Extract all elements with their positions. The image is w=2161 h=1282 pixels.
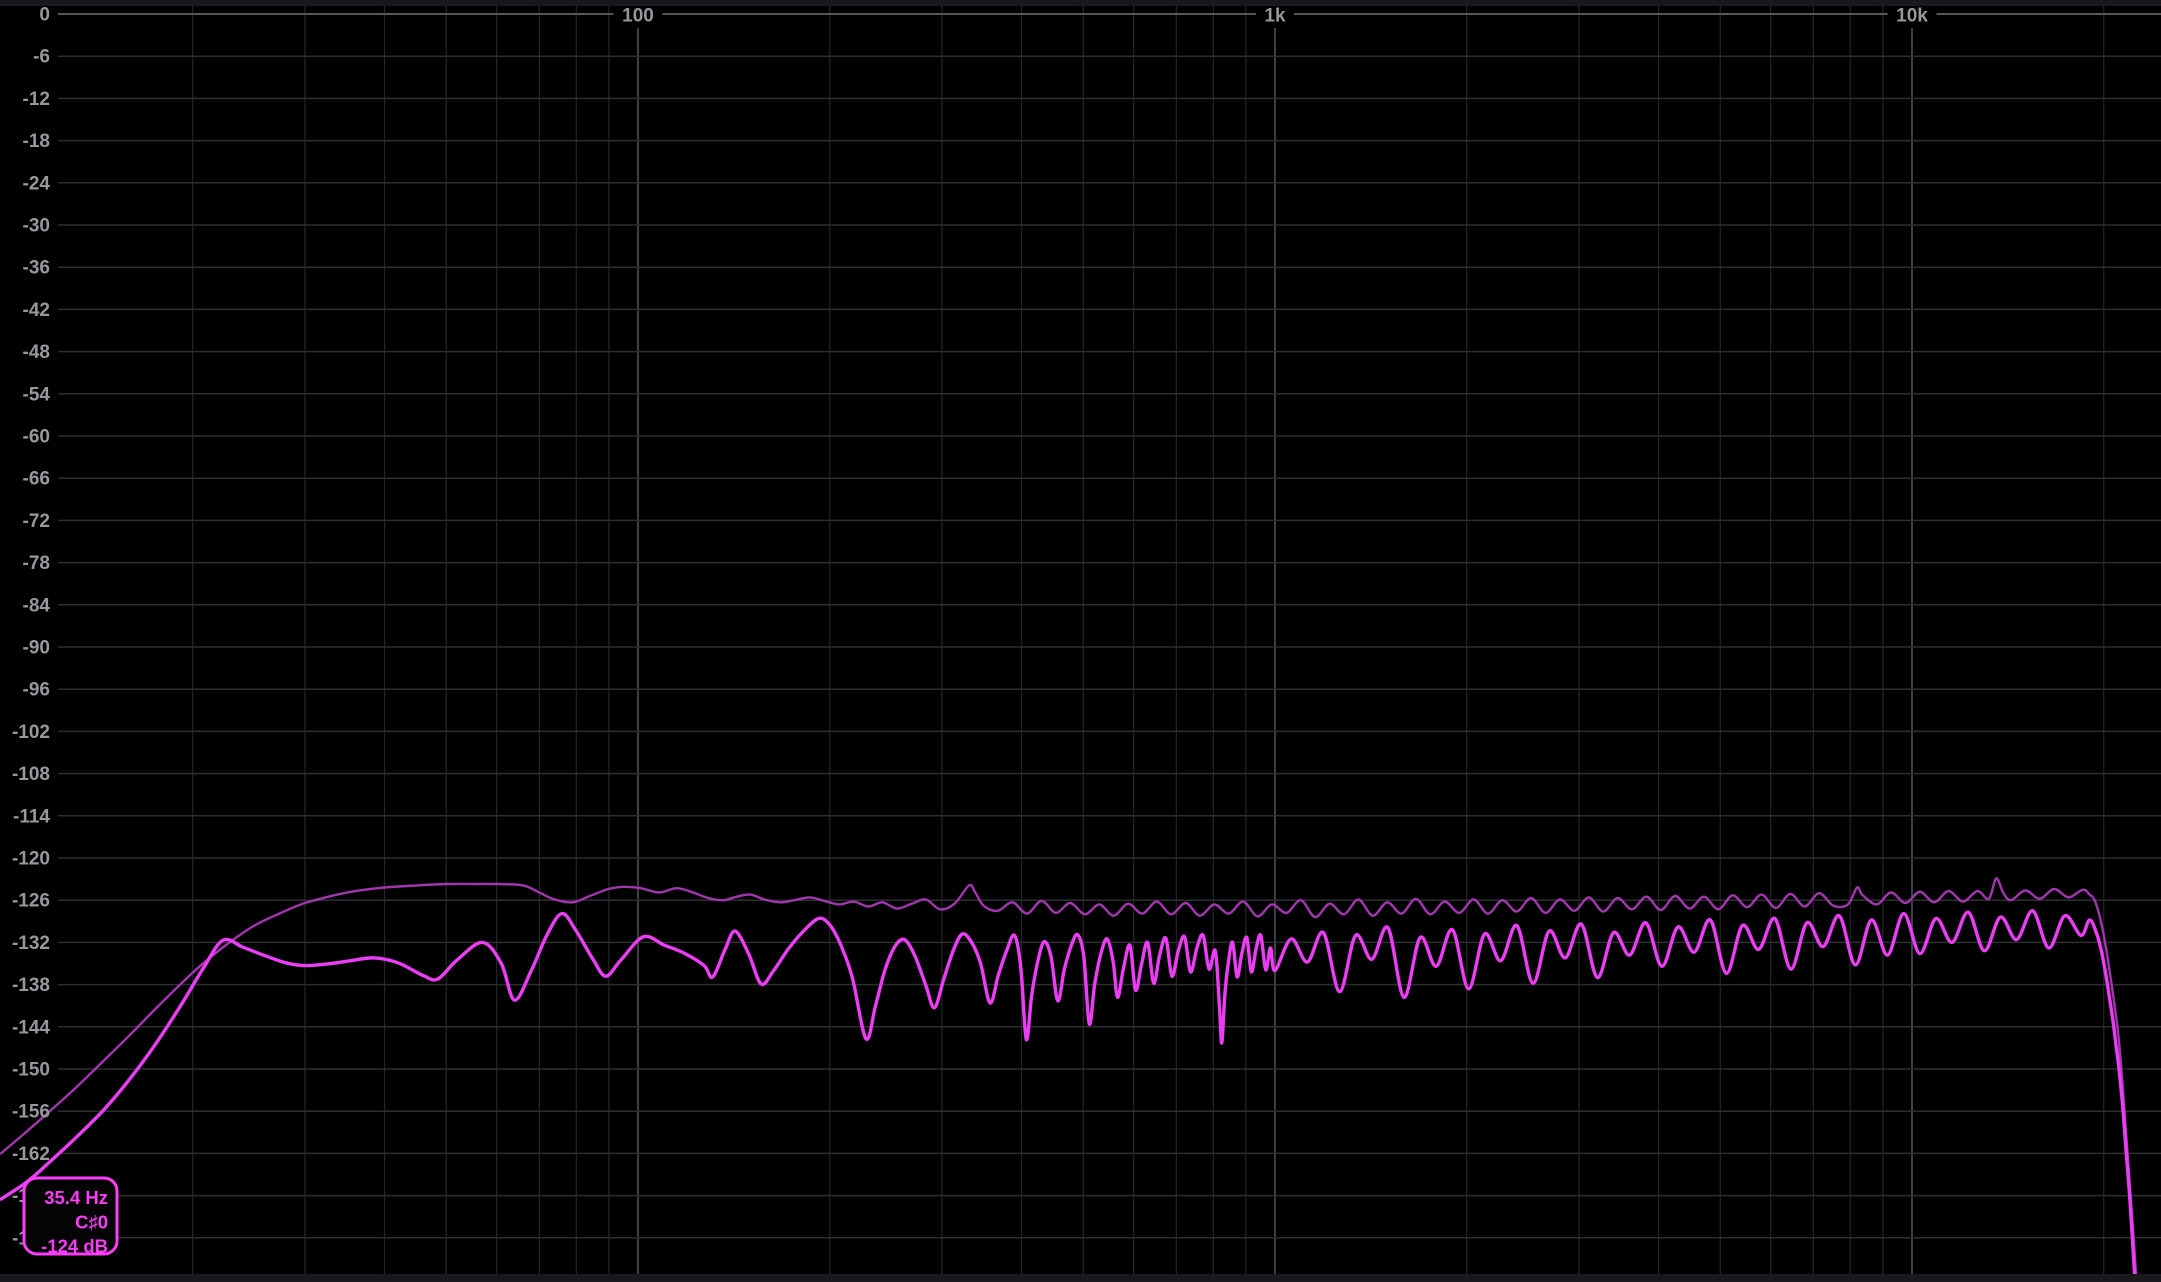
db-tick-label: -54 xyxy=(23,384,51,405)
db-tick-label: -162 xyxy=(12,1144,50,1165)
db-tick-label: -96 xyxy=(23,680,50,701)
hover-readout-tooltip: 35.4 Hz C♯0 -124 dB xyxy=(24,1178,117,1257)
db-tick-label: -72 xyxy=(23,511,50,532)
tooltip-note-value: C♯0 xyxy=(75,1212,108,1233)
db-tick-label: 0 xyxy=(39,5,50,26)
db-tick-label: -108 xyxy=(12,764,50,785)
db-tick-label: -36 xyxy=(23,258,50,279)
freq-tick-label: 1k xyxy=(1264,6,1286,27)
db-tick-label: -150 xyxy=(12,1060,50,1081)
db-tick-label: -144 xyxy=(12,1017,50,1038)
db-tick-label: -18 xyxy=(23,131,50,152)
canvas-background xyxy=(0,0,2161,1282)
db-tick-label: -12 xyxy=(23,89,50,110)
db-tick-label: -60 xyxy=(23,427,50,448)
db-tick-label: -156 xyxy=(12,1102,50,1123)
db-tick-label: -120 xyxy=(12,849,50,870)
spectrum-canvas[interactable]: 0 -6 -12 -18 -24 -30 -36 -42 -48 -54 -60 -66 -72 -78 -… xyxy=(0,0,2161,1282)
db-tick-label: -114 xyxy=(13,806,50,827)
tooltip-frequency-value: 35.4 Hz xyxy=(44,1187,108,1208)
db-tick-label: -78 xyxy=(23,553,50,574)
db-tick-label: -138 xyxy=(12,975,50,996)
bottom-edge-band xyxy=(0,1274,2161,1282)
db-tick-label: -126 xyxy=(12,891,50,912)
db-tick-label: -42 xyxy=(23,300,50,321)
db-tick-label: -84 xyxy=(23,595,51,616)
tooltip-level-value: -124 dB xyxy=(41,1236,108,1257)
db-tick-label: -24 xyxy=(23,173,51,194)
db-tick-label: -66 xyxy=(23,469,50,490)
db-tick-label: -90 xyxy=(23,638,50,659)
db-tick-label: -102 xyxy=(12,722,50,743)
db-tick-label: -48 xyxy=(23,342,50,363)
db-tick-label: -30 xyxy=(23,216,50,237)
db-tick-label: -132 xyxy=(12,933,50,954)
top-edge-band xyxy=(0,0,2161,6)
spectrum-analyzer-view: 0 -6 -12 -18 -24 -30 -36 -42 -48 -54 -60 -66 -72 -78 -… xyxy=(0,0,2161,1282)
freq-tick-label: 10k xyxy=(1896,6,1928,27)
freq-tick-label: 100 xyxy=(622,6,654,27)
db-tick-label: -6 xyxy=(33,47,50,68)
